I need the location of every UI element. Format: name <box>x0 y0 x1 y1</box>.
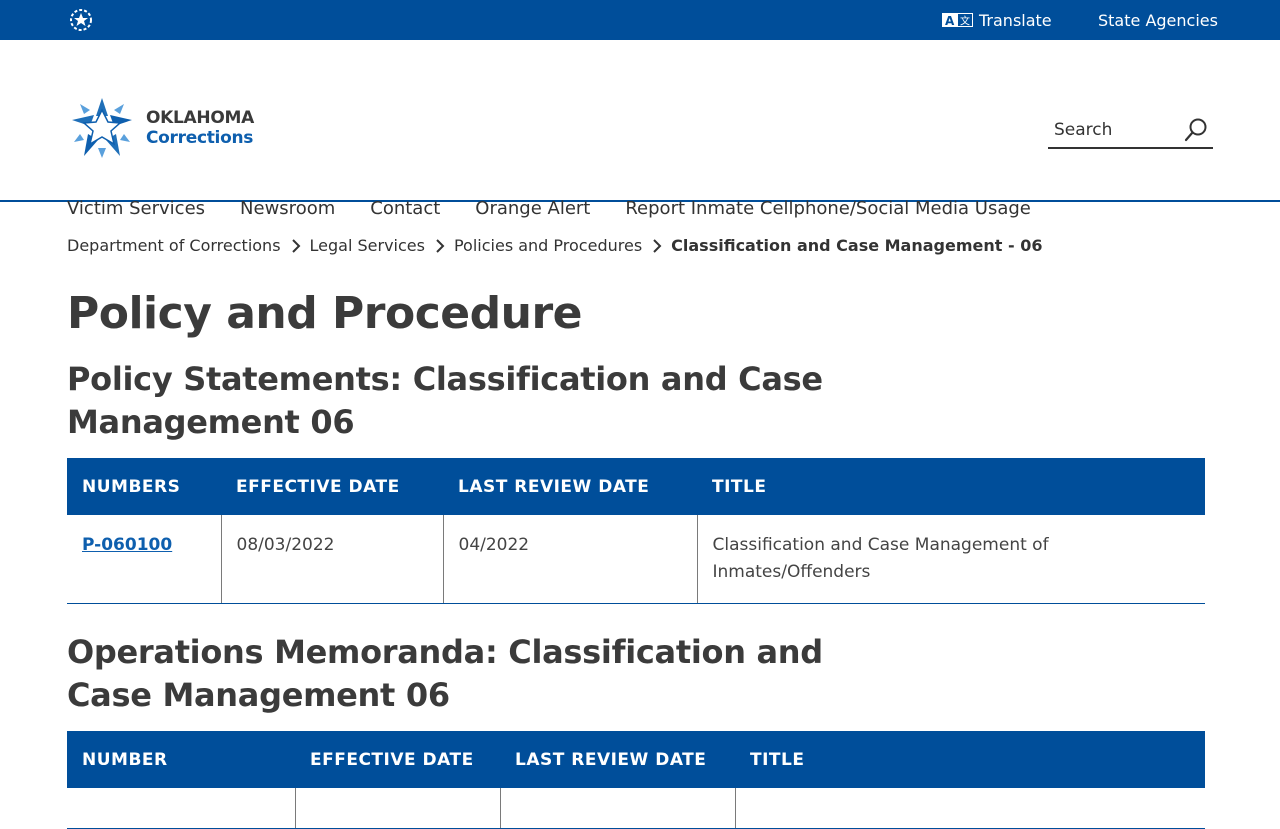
site-logo[interactable]: OKLAHOMA Corrections <box>70 96 254 160</box>
oklahoma-star-icon[interactable] <box>70 9 92 31</box>
site-header: OKLAHOMA Corrections Victim Services New… <box>0 40 1280 219</box>
main-nav: Victim Services Newsroom Contact Orange … <box>67 198 1066 219</box>
column-header-numbers: NUMBERS <box>67 458 221 515</box>
policy-statements-table: NUMBERS EFFECTIVE DATE LAST REVIEW DATE … <box>67 458 1205 604</box>
translate-icon: A 文 <box>942 13 973 27</box>
breadcrumb-item-doc[interactable]: Department of Corrections <box>67 236 281 255</box>
state-agencies-link[interactable]: State Agencies <box>1098 0 1218 40</box>
search-input[interactable] <box>1054 119 1174 140</box>
table-header-row: NUMBER EFFECTIVE DATE LAST REVIEW DATE T… <box>67 731 1205 788</box>
top-utility-bar: A 文 Translate State Agencies <box>0 0 1280 40</box>
cell-title: Classification and Case Management of In… <box>696 515 1205 604</box>
nav-item-orange-alert[interactable]: Orange Alert <box>475 198 590 219</box>
nav-item-report-inmate-cellphone[interactable]: Report Inmate Cellphone/Social Media Usa… <box>625 198 1031 219</box>
cell-last-review-date <box>499 788 735 829</box>
column-header-effective-date: EFFECTIVE DATE <box>221 458 443 515</box>
cell-number: P-060100 <box>67 515 221 604</box>
breadcrumb-item-legal-services[interactable]: Legal Services <box>310 236 425 255</box>
chevron-right-icon <box>291 238 300 253</box>
operations-memoranda-table: NUMBER EFFECTIVE DATE LAST REVIEW DATE T… <box>67 731 1205 829</box>
column-header-last-review-date: LAST REVIEW DATE <box>443 458 697 515</box>
nav-item-newsroom[interactable]: Newsroom <box>240 198 335 219</box>
column-header-number: NUMBER <box>67 731 295 788</box>
table-row <box>67 788 1205 829</box>
translate-label: Translate <box>979 10 1052 30</box>
logo-line-oklahoma: OKLAHOMA <box>146 107 254 128</box>
operations-memoranda-heading: Operations Memoranda: Classification and… <box>67 633 823 714</box>
translate-button[interactable]: A 文 Translate <box>942 0 1052 40</box>
svg-text:A: A <box>945 14 955 27</box>
column-header-last-review-date: LAST REVIEW DATE <box>500 731 735 788</box>
search-icon[interactable] <box>1183 117 1209 143</box>
chevron-right-icon <box>436 238 445 253</box>
table-row: P-060100 08/03/2022 04/2022 Classificati… <box>67 515 1205 604</box>
column-header-title: TITLE <box>735 731 1205 788</box>
cell-effective-date: 08/03/2022 <box>220 515 443 604</box>
oklahoma-corrections-logo-icon <box>72 98 132 158</box>
column-header-effective-date: EFFECTIVE DATE <box>295 731 500 788</box>
column-header-title: TITLE <box>697 458 1205 515</box>
chevron-right-icon <box>653 238 662 253</box>
breadcrumb-current: Classification and Case Management - 06 <box>671 236 1043 255</box>
page-title: Policy and Procedure <box>67 288 583 339</box>
breadcrumb-item-policies[interactable]: Policies and Procedures <box>454 236 642 255</box>
logo-line-corrections: Corrections <box>146 127 254 148</box>
cell-number <box>67 788 295 829</box>
cell-last-review-date: 04/2022 <box>442 515 697 604</box>
cell-effective-date <box>294 788 500 829</box>
svg-text:文: 文 <box>960 15 970 28</box>
cell-title <box>734 788 1205 829</box>
table-header-row: NUMBERS EFFECTIVE DATE LAST REVIEW DATE … <box>67 458 1205 515</box>
breadcrumb: Department of Corrections Legal Services… <box>67 236 1042 255</box>
policy-link[interactable]: P-060100 <box>82 535 172 555</box>
search-box <box>1048 112 1213 149</box>
nav-item-contact[interactable]: Contact <box>370 198 440 219</box>
logo-text: OKLAHOMA Corrections <box>146 107 254 148</box>
nav-item-victim-services[interactable]: Victim Services <box>67 198 205 219</box>
policy-statements-heading: Policy Statements: Classification and Ca… <box>67 360 823 441</box>
